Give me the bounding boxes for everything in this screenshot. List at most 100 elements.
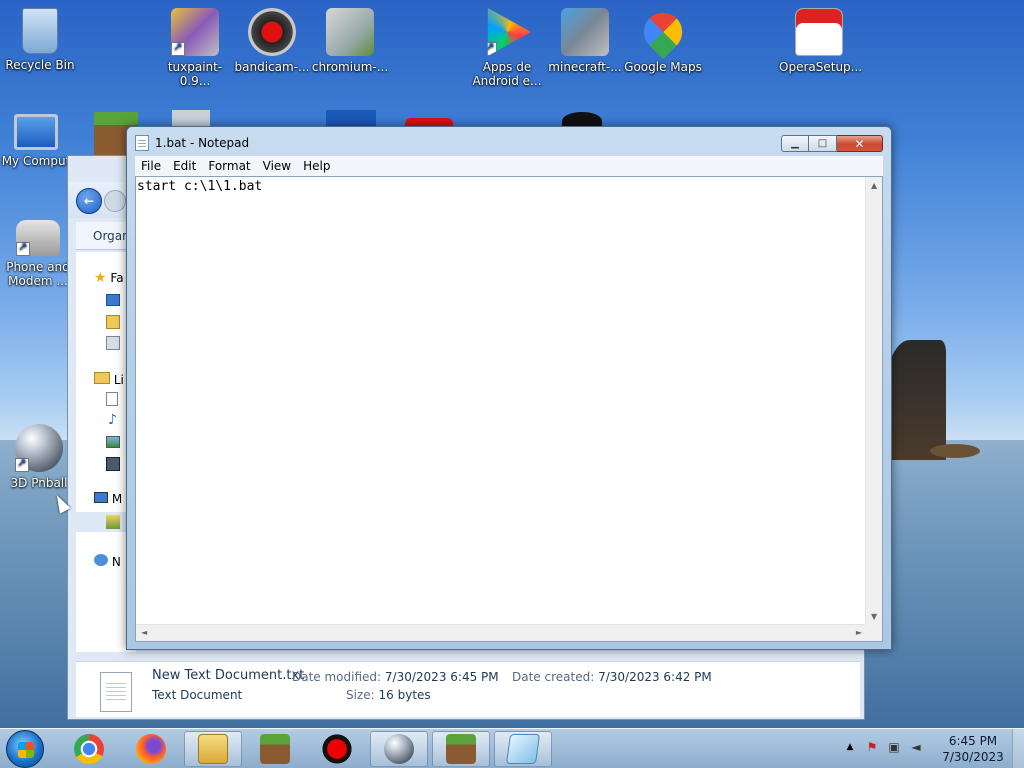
- favorites-nav[interactable]: ★ Fa: [94, 270, 124, 286]
- desktop-icon-opera-setup[interactable]: OperaSetup...: [779, 8, 863, 74]
- desktop-icon-android-apps[interactable]: Apps de Android e...: [467, 8, 547, 88]
- computer-icon: [94, 492, 108, 503]
- back-button[interactable]: ←: [76, 188, 102, 214]
- taskbar-clock[interactable]: 6:45 PM 7/30/2023: [938, 733, 1008, 765]
- scroll-up-icon[interactable]: ▲: [871, 181, 877, 190]
- installer-icon: [561, 8, 609, 56]
- firefox-icon: [136, 734, 166, 764]
- desktop-icon-recycle-bin[interactable]: Recycle Bin: [0, 8, 80, 72]
- documents-nav-icon[interactable]: [106, 392, 118, 406]
- taskbar-notepad[interactable]: [494, 731, 552, 767]
- pictures-nav-icon[interactable]: [106, 436, 120, 448]
- start-button[interactable]: [6, 730, 44, 768]
- maximize-button[interactable]: □: [809, 135, 837, 152]
- network-label: N: [111, 555, 121, 569]
- menu-file[interactable]: File: [135, 159, 167, 173]
- videos-nav-icon[interactable]: [106, 457, 120, 471]
- minecraft-icon: [260, 734, 290, 764]
- menu-bar: File Edit Format View Help: [135, 156, 883, 176]
- shortcut-arrow-icon: [487, 40, 497, 56]
- desktop-icon-label: OperaSetup...: [779, 60, 863, 74]
- date-modified-label: Date modified:: [292, 670, 382, 684]
- computer-nav[interactable]: M: [94, 492, 122, 506]
- desktop-icon-tuxpaint[interactable]: tuxpaint-0.9...: [155, 8, 235, 88]
- maximize-icon: □: [817, 138, 828, 149]
- installer-box-icon: [326, 8, 374, 56]
- system-tray: ▲ ⚑ ▣ ◄: [842, 739, 924, 755]
- taskbar-firefox[interactable]: [122, 731, 180, 767]
- taskbar-minecraft-2[interactable]: [432, 731, 490, 767]
- minecraft-icon: [446, 734, 476, 764]
- show-hidden-icons-icon[interactable]: ▲: [842, 739, 858, 755]
- music-nav-icon[interactable]: ♪: [108, 412, 117, 428]
- details-date-modified: Date modified: 7/30/2023 6:45 PM: [292, 670, 499, 684]
- show-desktop-button[interactable]: [1012, 729, 1024, 768]
- desktop-icon-chromium[interactable]: chromium-...: [310, 8, 390, 74]
- menu-format[interactable]: Format: [202, 159, 256, 173]
- minimize-button[interactable]: ▁: [781, 135, 809, 152]
- recent-places-nav-icon[interactable]: [106, 336, 120, 350]
- close-button[interactable]: ✕: [837, 135, 883, 152]
- drive-icon: [106, 515, 120, 529]
- desktop-nav-icon[interactable]: [106, 294, 120, 306]
- desktop-icon-label: Apps de Android e...: [472, 60, 542, 88]
- phone-icon: [16, 220, 60, 256]
- action-center-flag-icon[interactable]: ⚑: [864, 739, 880, 755]
- desktop-icon-phone-modem[interactable]: Phone and Modem ...: [0, 220, 76, 288]
- vertical-scrollbar[interactable]: ▲ ▼: [865, 177, 882, 625]
- record-icon: [322, 734, 352, 764]
- desktop-icon-bandicam[interactable]: bandicam-...: [232, 8, 312, 74]
- text-editor-area[interactable]: start c:\1\1.bat ▲ ▼ ◄ ►: [135, 176, 883, 642]
- desktop-icon-label: Phone and Modem ...: [6, 260, 70, 288]
- library-icon: [94, 372, 110, 384]
- menu-edit[interactable]: Edit: [167, 159, 202, 173]
- scroll-left-icon[interactable]: ◄: [141, 628, 147, 637]
- minimize-icon: ▁: [791, 138, 799, 149]
- desktop-icon-label: 3D Pnball: [10, 476, 68, 490]
- downloads-nav-icon[interactable]: [106, 315, 120, 329]
- menu-view[interactable]: View: [257, 159, 297, 173]
- opera-icon: [795, 8, 843, 56]
- volume-muted-icon[interactable]: ◄: [908, 739, 924, 755]
- details-size: Size: 16 bytes: [346, 688, 431, 702]
- scroll-down-icon[interactable]: ▼: [871, 612, 877, 621]
- resize-grip[interactable]: [865, 624, 882, 641]
- notepad-title-bar[interactable]: 1.bat - Notepad: [135, 133, 249, 153]
- taskbar-bandicam[interactable]: [308, 731, 366, 767]
- taskbar-minecraft[interactable]: [246, 731, 304, 767]
- details-filename: New Text Document.txt: [152, 668, 305, 683]
- notepad-window[interactable]: 1.bat - Notepad ▁ □ ✕ File Edit Format V…: [126, 126, 892, 650]
- computer-icon: [14, 114, 58, 150]
- desktop-icon-label: tuxpaint-0.9...: [167, 60, 223, 88]
- taskbar-chrome[interactable]: [60, 731, 118, 767]
- notepad-icon: [505, 734, 541, 764]
- desktop-icon-label: Google Maps: [624, 60, 702, 74]
- desktop-icon-label: chromium-...: [311, 60, 389, 74]
- notepad-icon: [135, 135, 149, 151]
- desktop-wallpaper-rock: [886, 340, 946, 460]
- pinball-icon: [384, 734, 414, 764]
- window-controls: ▁ □ ✕: [781, 135, 883, 152]
- scroll-right-icon[interactable]: ►: [856, 628, 862, 637]
- close-icon: ✕: [854, 136, 865, 151]
- clock-date: 7/30/2023: [942, 750, 1004, 764]
- taskbar-pinball[interactable]: [370, 731, 428, 767]
- forward-button[interactable]: [104, 190, 126, 212]
- network-nav[interactable]: N: [94, 554, 121, 569]
- horizontal-scrollbar[interactable]: ◄ ►: [136, 624, 867, 641]
- details-filetype: Text Document: [152, 688, 243, 702]
- size-label: Size:: [346, 688, 375, 702]
- desktop-icon-label: My Comput: [1, 154, 71, 168]
- date-modified-value: 7/30/2023 6:45 PM: [384, 670, 499, 684]
- editor-content[interactable]: start c:\1\1.bat: [137, 179, 262, 194]
- network-icon[interactable]: ▣: [886, 739, 902, 755]
- taskbar-explorer[interactable]: [184, 731, 242, 767]
- desktop-icon-google-maps[interactable]: Google Maps: [623, 4, 703, 74]
- libraries-nav[interactable]: Li: [94, 372, 124, 387]
- taskbar: ▲ ⚑ ▣ ◄ 6:45 PM 7/30/2023: [0, 728, 1024, 768]
- desktop-icon-my-computer[interactable]: My Comput: [0, 114, 72, 168]
- desktop-icon-minecraft[interactable]: minecraft-...: [545, 8, 625, 74]
- menu-help[interactable]: Help: [297, 159, 336, 173]
- window-title: 1.bat - Notepad: [155, 136, 250, 150]
- computer-label: M: [111, 492, 123, 506]
